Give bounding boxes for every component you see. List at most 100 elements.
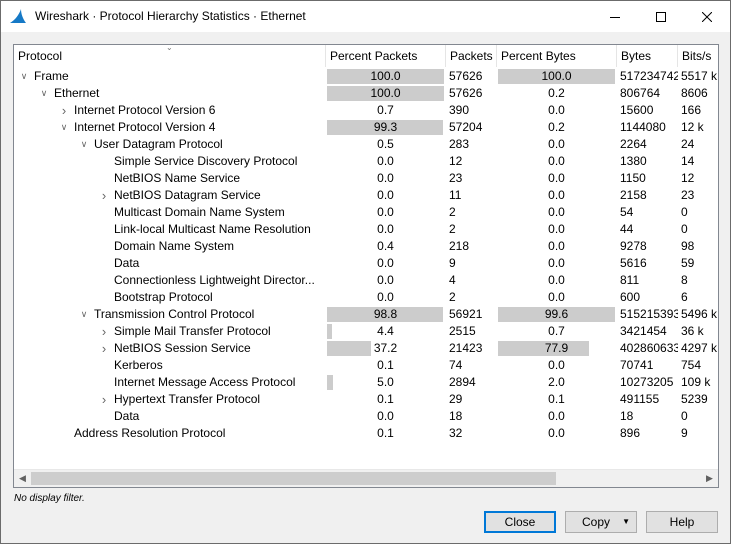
- bits-per-second-cell: 5517 k: [681, 69, 718, 83]
- percent-packets-cell: 100.0: [326, 85, 446, 102]
- column-header-percent-bytes[interactable]: Percent Bytes: [497, 45, 617, 67]
- column-header-bytes[interactable]: Bytes: [617, 45, 678, 67]
- tree-row[interactable]: Kerberos 0.1 74 0.0 70741 754: [14, 357, 718, 374]
- tree-row[interactable]: › Simple Mail Transfer Protocol 4.4 2515 0.7…: [14, 323, 718, 340]
- tree-row[interactable]: Address Resolution Protocol 0.1 32 0.0 896 9: [14, 425, 718, 442]
- tree-row[interactable]: › Internet Protocol Version 6 0.7 390 0.0 156…: [14, 102, 718, 119]
- horizontal-scrollbar[interactable]: ◀ ▶: [14, 469, 718, 487]
- maximize-button[interactable]: [638, 1, 684, 32]
- bytes-cell: 515215393: [620, 307, 678, 321]
- protocol-name: Frame: [34, 69, 69, 83]
- percent-value: 100.0: [370, 69, 401, 83]
- protocol-name: Ethernet: [54, 86, 100, 100]
- tree-row[interactable]: ∨ User Datagram Protocol 0.5 283 0.0 2264 24: [14, 136, 718, 153]
- close-button[interactable]: Close: [484, 511, 556, 533]
- bytes-cell: 44: [620, 222, 634, 236]
- tree-row[interactable]: ∨ Internet Protocol Version 4 99.3 57204 0.2…: [14, 119, 718, 136]
- protocol-cell: ∨ Transmission Control Protocol: [14, 306, 326, 323]
- collapse-arrow-icon[interactable]: ›: [58, 102, 70, 119]
- tree-row[interactable]: ∨ Ethernet 100.0 57626 0.2 806764 8606: [14, 85, 718, 102]
- minimize-icon: [610, 16, 620, 18]
- expand-arrow-icon[interactable]: ∨: [38, 85, 50, 102]
- protocol-cell: ∨ User Datagram Protocol: [14, 136, 326, 153]
- packets-cell: 390: [449, 103, 470, 117]
- title-bar[interactable]: Wireshark · Protocol Hierarchy Statistic…: [1, 1, 730, 32]
- expand-arrow-icon[interactable]: ∨: [18, 68, 30, 85]
- collapse-arrow-icon[interactable]: ›: [98, 323, 110, 340]
- collapse-arrow-icon[interactable]: ›: [98, 340, 110, 357]
- help-button[interactable]: Help: [646, 511, 718, 533]
- tree-row[interactable]: Data 0.0 9 0.0 5616 59: [14, 255, 718, 272]
- protocol-name: NetBIOS Name Service: [114, 171, 241, 185]
- help-button-label: Help: [669, 515, 695, 529]
- percent-value: 0.0: [377, 290, 394, 304]
- column-header-packets[interactable]: Packets: [446, 45, 497, 67]
- packets-cell: 56921: [449, 307, 483, 321]
- dropdown-arrow-icon[interactable]: ▼: [622, 512, 630, 532]
- bits-per-second-cell: 12 k: [681, 120, 704, 134]
- percent-value: 0.0: [548, 409, 565, 423]
- bytes-cell: 896: [620, 426, 641, 440]
- percent-value: 0.5: [377, 137, 394, 151]
- percent-packets-cell: 5.0: [326, 374, 446, 391]
- bytes-cell: 54: [620, 205, 634, 219]
- tree-row[interactable]: ∨ Transmission Control Protocol 98.8 56921 9…: [14, 306, 718, 323]
- packets-cell: 29: [449, 392, 463, 406]
- scrollbar-thumb[interactable]: [31, 472, 556, 485]
- percent-packets-cell: 0.1: [326, 391, 446, 408]
- protocol-cell: › Internet Protocol Version 6: [14, 102, 326, 119]
- percent-value: 0.0: [377, 205, 394, 219]
- percent-packets-cell: 100.0: [326, 68, 446, 85]
- tree-row[interactable]: Internet Message Access Protocol 5.0 2894 2…: [14, 374, 718, 391]
- tree-row[interactable]: › NetBIOS Session Service 37.2 21423 77.9 402…: [14, 340, 718, 357]
- expand-arrow-icon[interactable]: ∨: [78, 136, 90, 153]
- scroll-left-icon[interactable]: ◀: [14, 470, 31, 487]
- percent-bytes-cell: 0.0: [497, 272, 617, 289]
- protocol-cell: Data: [14, 255, 326, 272]
- bytes-cell: 9278: [620, 239, 647, 253]
- tree-row[interactable]: › NetBIOS Datagram Service 0.0 11 0.0 2158 23: [14, 187, 718, 204]
- bytes-cell: 1380: [620, 154, 647, 168]
- tree-row[interactable]: Multicast Domain Name System 0.0 2 0.0 54 0: [14, 204, 718, 221]
- percent-bytes-cell: 0.0: [497, 136, 617, 153]
- column-header-label: Percent Packets: [330, 49, 418, 63]
- tree-row[interactable]: Domain Name System 0.4 218 0.0 9278 98: [14, 238, 718, 255]
- protocol-name: Connectionless Lightweight Director...: [114, 273, 315, 287]
- close-window-button[interactable]: [684, 1, 730, 32]
- protocol-name: Kerberos: [114, 358, 163, 372]
- packets-cell: 18: [449, 409, 463, 423]
- packets-cell: 9: [449, 256, 456, 270]
- tree-row[interactable]: Connectionless Lightweight Director... 0.…: [14, 272, 718, 289]
- scroll-right-icon[interactable]: ▶: [701, 470, 718, 487]
- percent-bytes-cell: 0.0: [497, 289, 617, 306]
- column-header-bits-per-second[interactable]: Bits/s: [678, 45, 718, 67]
- tree-row[interactable]: › Hypertext Transfer Protocol 0.1 29 0.1 4911…: [14, 391, 718, 408]
- column-header-label: Protocol: [18, 49, 63, 63]
- tree-row[interactable]: NetBIOS Name Service 0.0 23 0.0 1150 12: [14, 170, 718, 187]
- minimize-button[interactable]: [592, 1, 638, 32]
- collapse-arrow-icon[interactable]: ›: [98, 187, 110, 204]
- tree-row[interactable]: ∨ Frame 100.0 57626 100.0 517234742 5517 k: [14, 68, 718, 85]
- column-header-percent-packets[interactable]: Percent Packets: [326, 45, 446, 67]
- protocol-hierarchy-tree[interactable]: Protocol ⌄ Percent Packets Packets Perce…: [13, 44, 719, 488]
- percent-value: 0.0: [548, 426, 565, 440]
- percent-value: 0.7: [377, 103, 394, 117]
- percent-packets-cell: 0.0: [326, 272, 446, 289]
- percent-value: 99.3: [373, 120, 398, 134]
- column-header-label: Bytes: [621, 49, 652, 63]
- close-icon: [702, 11, 712, 22]
- collapse-arrow-icon[interactable]: ›: [98, 391, 110, 408]
- expand-arrow-icon[interactable]: ∨: [78, 306, 90, 323]
- copy-button[interactable]: Copy ▼: [565, 511, 637, 533]
- tree-row[interactable]: Bootstrap Protocol 0.0 2 0.0 600 6: [14, 289, 718, 306]
- tree-row[interactable]: Data 0.0 18 0.0 18 0: [14, 408, 718, 425]
- percent-value: 0.1: [377, 392, 394, 406]
- tree-row[interactable]: Simple Service Discovery Protocol 0.0 12 0.…: [14, 153, 718, 170]
- packets-cell: 23: [449, 171, 463, 185]
- expand-arrow-icon[interactable]: ∨: [58, 119, 70, 136]
- percent-value: 5.0: [377, 375, 394, 389]
- percent-value: 99.6: [544, 307, 569, 321]
- bits-per-second-cell: 14: [681, 154, 695, 168]
- bytes-cell: 517234742: [620, 69, 678, 83]
- tree-row[interactable]: Link-local Multicast Name Resolution 0.0 2…: [14, 221, 718, 238]
